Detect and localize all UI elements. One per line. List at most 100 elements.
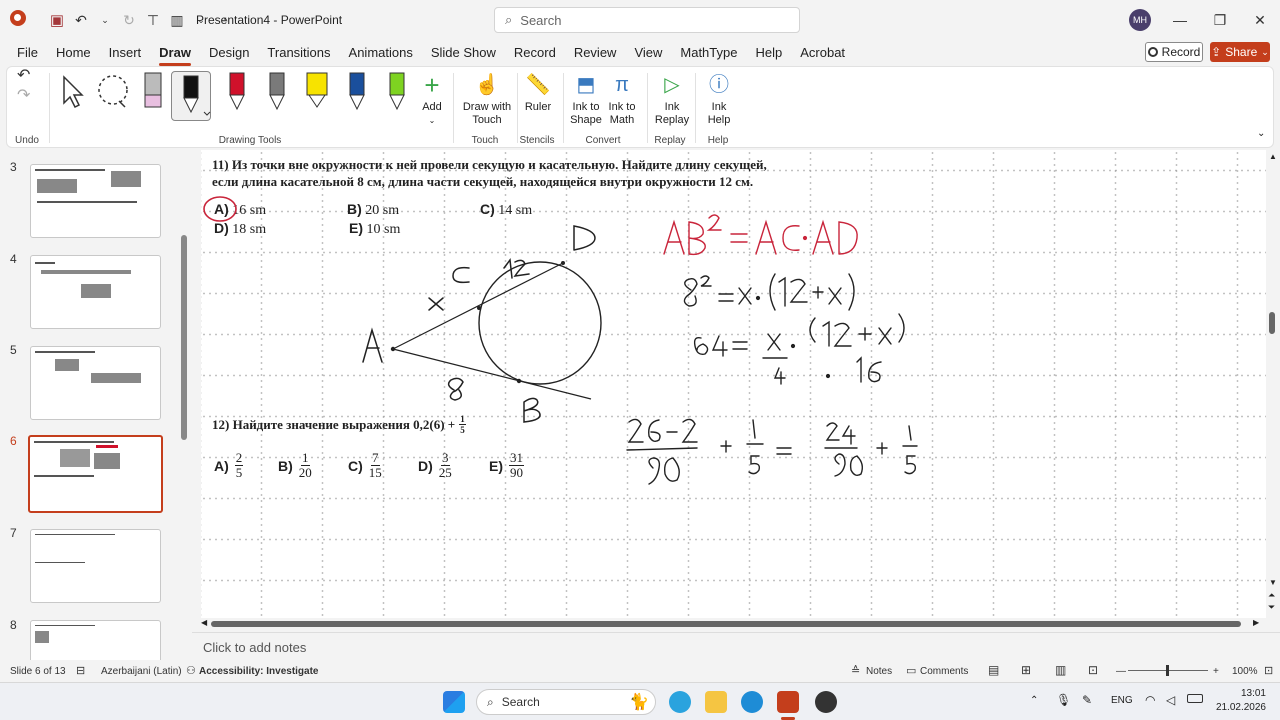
pen-tray-icon[interactable]: ✎	[1082, 693, 1092, 707]
add-pen-button[interactable]: + Add ⌄	[417, 69, 447, 127]
avatar[interactable]: MH	[1129, 9, 1151, 31]
tab-animations[interactable]: Animations	[340, 44, 422, 64]
next-slide-icon[interactable]: ⏷	[1268, 602, 1275, 613]
save-icon[interactable]: ▣	[46, 8, 68, 32]
red-pen-icon[interactable]	[226, 71, 250, 111]
slide-sorter-icon[interactable]: ⊞	[1021, 663, 1031, 677]
accessibility-icon[interactable]: ⚇	[186, 664, 196, 677]
accessibility-status[interactable]: Accessibility: Investigate	[199, 666, 319, 677]
minimize-icon[interactable]: —	[1160, 8, 1200, 32]
telegram-icon[interactable]	[669, 691, 691, 713]
close-icon[interactable]: ✕	[1240, 8, 1280, 32]
green-pen-icon[interactable]	[386, 71, 410, 111]
thumbnail-scrollbar[interactable]	[181, 235, 187, 440]
zoom-level[interactable]: 100%	[1232, 666, 1258, 677]
ribbon-redo-icon[interactable]: ↷	[17, 88, 30, 104]
ribbon-collapse-icon[interactable]: ⌄	[1257, 127, 1265, 140]
tab-review[interactable]: Review	[565, 44, 626, 64]
tab-view[interactable]: View	[625, 44, 671, 64]
wifi-icon[interactable]: ◠	[1145, 693, 1155, 707]
tray-overflow-icon[interactable]: ⌃	[1030, 695, 1038, 706]
drawing-tools-group: + Add ⌄ Drawing Tools	[51, 67, 449, 149]
tab-transitions[interactable]: Transitions	[258, 44, 339, 64]
eraser-icon[interactable]	[141, 71, 165, 111]
tab-file[interactable]: File	[8, 44, 47, 64]
slide-canvas[interactable]: 11) Из точки вне окружности к ней провел…	[201, 150, 1266, 618]
notes-placeholder[interactable]: Click to add notes	[203, 640, 306, 655]
ink-help-button[interactable]: ⓘ Ink Help	[701, 69, 737, 127]
ribbon-undo-icon[interactable]: ↶	[17, 68, 30, 84]
powerpoint-taskbar-icon[interactable]	[777, 691, 799, 713]
fit-slide-icon[interactable]: ⊡	[1264, 664, 1273, 677]
reading-view-icon[interactable]: ▥	[1055, 663, 1066, 677]
undo-dropdown-icon[interactable]: ⌄	[94, 8, 116, 32]
gray-pen-icon[interactable]	[266, 71, 290, 111]
draw-with-touch-button[interactable]: ☝ Draw with Touch	[459, 69, 515, 127]
slide-thumbnail-5[interactable]	[30, 346, 161, 420]
record-button[interactable]: Record	[1145, 42, 1203, 62]
ink-to-shape-button[interactable]: ⬒ Ink to Shape	[569, 69, 603, 127]
spelling-icon[interactable]: ⊟	[76, 664, 85, 677]
slide-thumbnail-3[interactable]	[30, 164, 161, 238]
tab-mathtype[interactable]: MathType	[671, 44, 746, 64]
slide-thumbnail-7[interactable]	[30, 529, 161, 603]
scroll-up-icon[interactable]: ▲	[1269, 152, 1277, 161]
notes-pane[interactable]: Click to add notes	[192, 632, 1280, 660]
vertical-scroll-thumb[interactable]	[1269, 312, 1275, 334]
restore-icon[interactable]: ❐	[1200, 8, 1240, 32]
tab-record[interactable]: Record	[505, 44, 565, 64]
clock[interactable]: 13:01 21.02.2026	[1210, 687, 1266, 715]
ink-to-math-button[interactable]: π Ink to Math	[605, 69, 639, 127]
taskbar-search[interactable]: ⌕ Search 🐈	[476, 689, 656, 715]
convert-group: ⬒ Ink to Shape π Ink to Math Convert	[565, 67, 641, 149]
windows-start-icon[interactable]	[443, 691, 465, 713]
blue-pen-icon[interactable]	[346, 71, 370, 111]
notes-icon[interactable]: ≙	[851, 664, 860, 677]
yellow-highlighter-icon[interactable]	[304, 71, 330, 111]
language-indicator[interactable]: ENG	[1111, 695, 1133, 706]
scroll-right-icon[interactable]: ▶	[1253, 618, 1259, 627]
tab-insert[interactable]: Insert	[100, 44, 151, 64]
notes-button[interactable]: Notes	[866, 666, 892, 677]
tab-slide-show[interactable]: Slide Show	[422, 44, 505, 64]
tab-home[interactable]: Home	[47, 44, 100, 64]
comments-button[interactable]: Comments	[920, 666, 968, 677]
tab-draw[interactable]: Draw	[150, 44, 200, 66]
search-input[interactable]: ⌕ Search	[494, 7, 800, 33]
ink-replay-button[interactable]: ▷ Ink Replay	[653, 69, 691, 127]
file-explorer-icon[interactable]	[705, 691, 727, 713]
obs-icon[interactable]	[815, 691, 837, 713]
microphone-icon[interactable]: 🎙	[1056, 693, 1071, 707]
tab-acrobat[interactable]: Acrobat	[791, 44, 854, 64]
horizontal-scroll-thumb[interactable]	[211, 621, 1241, 627]
scroll-left-icon[interactable]: ◀	[201, 618, 207, 627]
black-pen-selected[interactable]	[171, 71, 211, 121]
language-status[interactable]: Azerbaijani (Latin)	[101, 666, 182, 677]
ruler-button[interactable]: 📏 Ruler	[522, 69, 554, 114]
select-cursor-icon[interactable]	[59, 75, 85, 109]
lasso-select-icon[interactable]	[95, 73, 131, 109]
previous-slide-icon[interactable]: ⏶	[1268, 590, 1275, 601]
battery-icon[interactable]	[1187, 694, 1203, 703]
vertical-scrollbar[interactable]: ▲ ▼ ⏶ ⏷	[1266, 150, 1280, 618]
present-icon[interactable]: ⊤	[142, 8, 164, 32]
zoom-in-icon[interactable]: +	[1213, 666, 1219, 677]
slideshow-view-icon[interactable]: ⊡	[1088, 663, 1098, 677]
share-button[interactable]: ⇪ Share ⌄	[1210, 42, 1270, 62]
undo-icon[interactable]: ↶	[70, 8, 92, 32]
slide-thumbnail-6[interactable]	[28, 435, 163, 513]
redo-icon[interactable]: ↻	[118, 8, 140, 32]
tab-design[interactable]: Design	[200, 44, 258, 64]
comments-icon[interactable]: ▭	[906, 664, 916, 677]
add-label: Add	[422, 101, 442, 113]
slide-thumbnail-4[interactable]	[30, 255, 161, 329]
scroll-down-icon[interactable]: ▼	[1269, 578, 1277, 587]
edge-icon[interactable]	[741, 691, 763, 713]
volume-icon[interactable]: ◁	[1166, 693, 1175, 707]
normal-view-icon[interactable]: ▤	[988, 663, 999, 677]
zoom-slider-thumb[interactable]	[1166, 665, 1169, 676]
zoom-out-icon[interactable]: —	[1116, 666, 1126, 677]
horizontal-scrollbar[interactable]: ◀ ▶	[201, 618, 1266, 630]
tab-help[interactable]: Help	[746, 44, 791, 64]
table-icon[interactable]: ▥	[166, 8, 188, 32]
